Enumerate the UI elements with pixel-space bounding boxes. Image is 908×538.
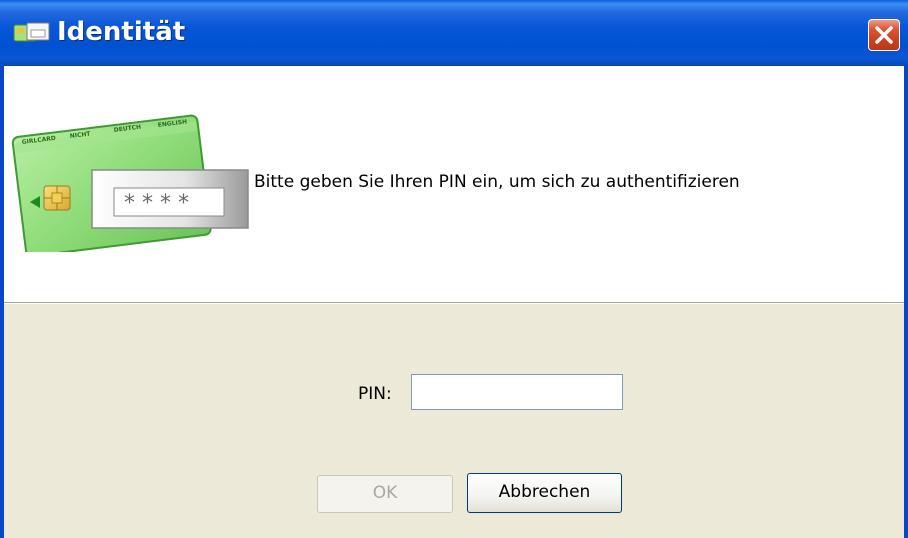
instruction-text: Bitte geben Sie Ihren PIN ein, um sich z… (254, 172, 740, 192)
title-bar[interactable]: Identität (0, 0, 908, 66)
header-divider (4, 302, 904, 304)
smartcard-pin-illustration: GIRLCARD NICHT DEUTCH ENGLISH * * * * (10, 100, 250, 258)
ok-button[interactable]: OK (317, 475, 453, 513)
window-frame-right (904, 66, 908, 538)
pin-label: PIN: (358, 384, 392, 404)
identity-dialog: Identität GIRLCARD NICHT DEUTCH ENGLISH … (0, 0, 908, 538)
window-title: Identität (57, 17, 186, 47)
smartcard-icon (13, 22, 51, 44)
pin-mask: * * * * (124, 191, 189, 216)
close-icon (869, 20, 899, 50)
cancel-button[interactable]: Abbrechen (467, 473, 622, 513)
pin-input[interactable] (411, 374, 623, 410)
close-button[interactable] (868, 19, 900, 51)
